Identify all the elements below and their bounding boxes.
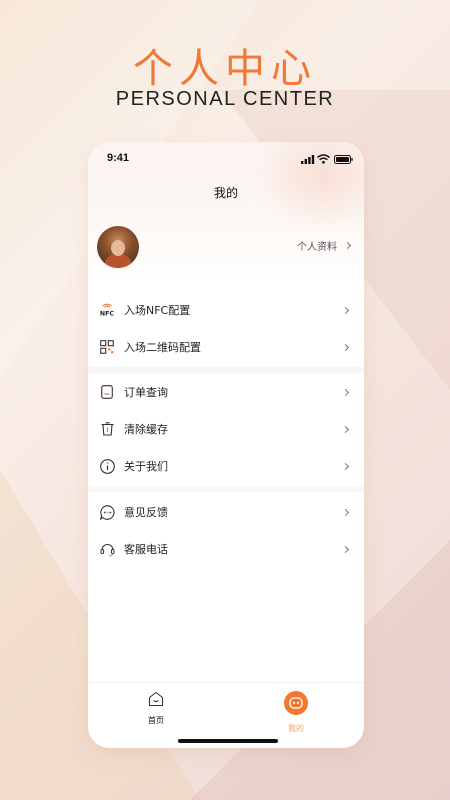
chevron-right-icon [341,462,350,470]
menu-item-qr-config[interactable]: 入场二维码配置 [88,329,364,365]
home-icon [148,691,164,707]
section-divider [88,367,364,373]
chevron-right-icon [341,343,350,351]
profile-link[interactable]: 个人资料 [297,238,352,253]
avatar-body [105,254,131,268]
info-icon [99,458,115,474]
menu-item-label: 清除缓存 [124,423,168,436]
status-time: 9:41 [107,152,130,164]
wifi-icon [317,154,330,164]
chevron-right-icon [341,388,350,396]
avatar-face [111,240,125,256]
hero-subtitle: PERSONAL CENTER [115,88,335,110]
home-indicator [178,739,278,743]
tab-mine[interactable]: 我的 [266,691,326,734]
page-title: 我的 [213,186,238,200]
section-divider [88,486,364,492]
menu-item-customer-service[interactable]: 客服电话 [88,531,364,567]
menu-item-label: 客服电话 [124,543,168,556]
chevron-right-icon [341,508,350,516]
trash-icon [99,421,115,437]
menu-item-label: 入场二维码配置 [124,341,201,354]
menu-item-label: 意见反馈 [124,506,168,519]
feedback-icon [99,504,115,520]
menu-item-feedback[interactable]: 意见反馈 [88,494,364,530]
menu-item-label: 入场NFC配置 [124,304,191,317]
mine-icon [284,691,308,715]
chevron-right-icon [343,241,352,250]
tab-home[interactable]: 首页 [126,691,186,726]
chevron-right-icon [341,425,350,433]
order-icon [99,384,115,400]
chevron-right-icon [341,545,350,553]
profile-link-label: 个人资料 [297,242,337,253]
chevron-right-icon [341,306,350,314]
hero-title: 个人中心 [133,46,317,92]
nfc-icon: NFC [99,302,115,318]
menu-item-label: 关于我们 [124,460,168,473]
menu-item-about-us[interactable]: 关于我们 [88,448,364,484]
avatar[interactable] [97,226,139,268]
status-bar: 9:41 [88,152,364,168]
menu-item-nfc-config[interactable]: NFC 入场NFC配置 [88,292,364,328]
battery-icon [334,155,353,164]
phone-screen: 9:41 我的 个人资料 NFC 入场NFC配置 入场二维码配置 订单查询 清除… [88,142,364,748]
qr-code-icon [99,339,115,355]
menu-item-label: 订单查询 [124,386,168,399]
menu-item-clear-cache[interactable]: 清除缓存 [88,411,364,447]
tab-label: 首页 [148,716,164,725]
menu-item-order-query[interactable]: 订单查询 [88,374,364,410]
tab-label: 我的 [288,724,304,733]
headset-icon [99,541,115,557]
signal-icon [301,155,315,164]
svg-text:NFC: NFC [100,310,114,317]
